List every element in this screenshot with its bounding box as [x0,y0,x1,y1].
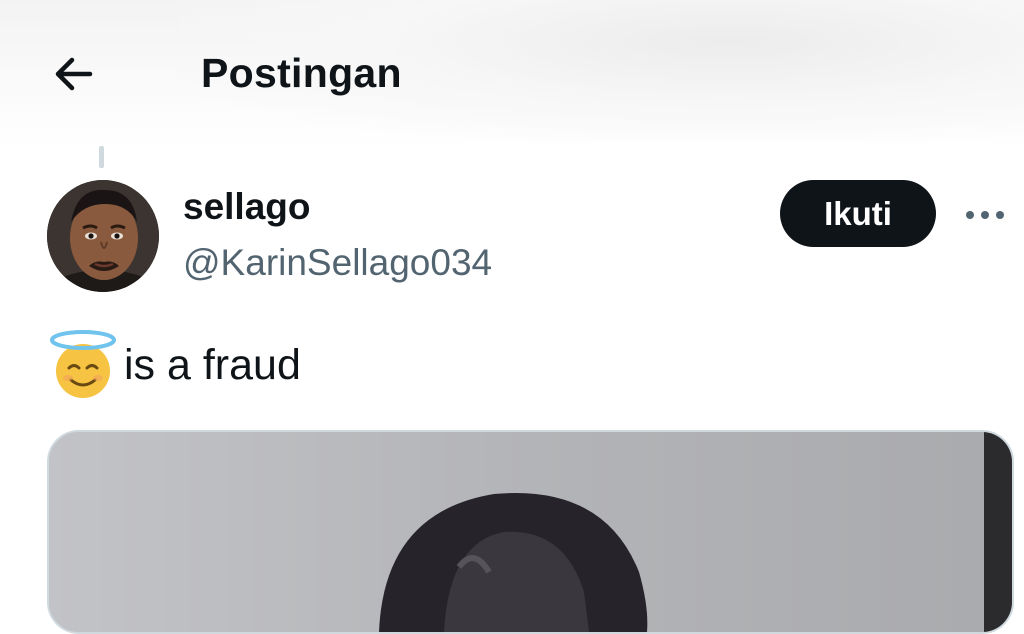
smiling-face-with-halo-icon [50,330,116,398]
more-options-icon[interactable] [960,200,1010,230]
page-title: Postingan [201,50,402,96]
media-photo [49,432,1012,632]
post-media-image[interactable] [47,430,1014,634]
avatar-image [47,180,159,292]
author-handle: @KarinSellago034 [183,242,493,283]
post-text: is a fraud [48,330,301,400]
thread-connector-line [99,146,104,168]
back-arrow-icon[interactable] [50,52,96,96]
follow-button[interactable]: Ikuti [780,180,936,247]
avatar[interactable] [47,180,159,292]
post-text-content: is a fraud [124,340,301,389]
top-bar: Postingan [0,0,1024,148]
author-display-name[interactable]: sellago [183,186,311,228]
